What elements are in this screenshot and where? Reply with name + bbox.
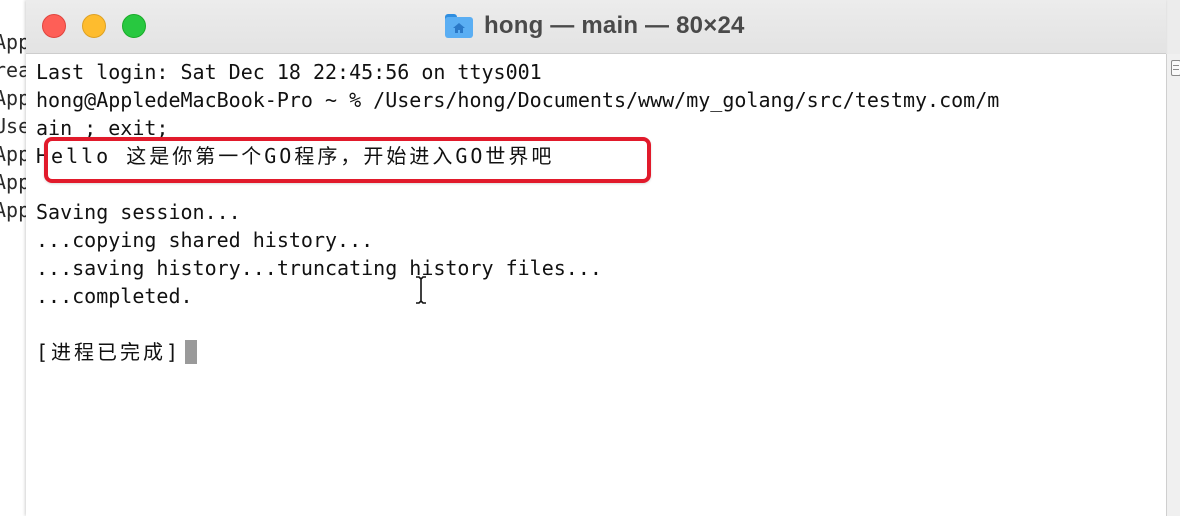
highlight-annotation-box: [44, 137, 651, 183]
background-text-line: rea: [0, 58, 26, 82]
window-title-group: hong — main — 80×24: [444, 10, 745, 42]
background-text-line: App: [0, 170, 26, 194]
desktop: App rea App Use App App App hong — main …: [0, 0, 1180, 516]
terminal-line: Last login: Sat Dec 18 22:45:56 on ttys0…: [36, 60, 542, 84]
title-bar[interactable]: hong — main — 80×24: [26, 0, 1166, 54]
process-completed-text: [进程已完成]: [36, 340, 182, 364]
ibeam-cursor-icon: [414, 276, 428, 304]
background-text-line: App: [0, 198, 26, 222]
terminal-line: Saving session...: [36, 200, 241, 224]
minimize-button[interactable]: [82, 14, 106, 38]
process-completed-line: [进程已完成]: [36, 338, 198, 366]
terminal-line: ...saving history...truncating history f…: [36, 256, 602, 280]
background-text-line: App: [0, 30, 26, 54]
background-text-line: App: [0, 86, 26, 110]
terminal-cursor: [185, 340, 198, 364]
background-text-line: Use: [0, 114, 26, 138]
terminal-output[interactable]: Last login: Sat Dec 18 22:45:56 on ttys0…: [36, 58, 1164, 508]
background-window-right[interactable]: [1166, 54, 1180, 516]
terminal-window[interactable]: hong — main — 80×24 Last login: Sat Dec …: [26, 0, 1166, 516]
terminal-line: ...copying shared history...: [36, 228, 374, 252]
close-button[interactable]: [42, 14, 66, 38]
background-window[interactable]: App rea App Use App App App: [0, 0, 26, 516]
terminal-line: hong@AppledeMacBook-Pro ~ % /Users/hong/…: [36, 88, 1000, 112]
window-title: hong — main — 80×24: [484, 12, 745, 39]
terminal-line: ...completed.: [36, 284, 193, 308]
zoom-button[interactable]: [122, 14, 146, 38]
home-folder-icon: [444, 13, 474, 39]
sidebar-toggle-icon[interactable]: [1171, 60, 1180, 76]
background-text-line: App: [0, 142, 26, 166]
